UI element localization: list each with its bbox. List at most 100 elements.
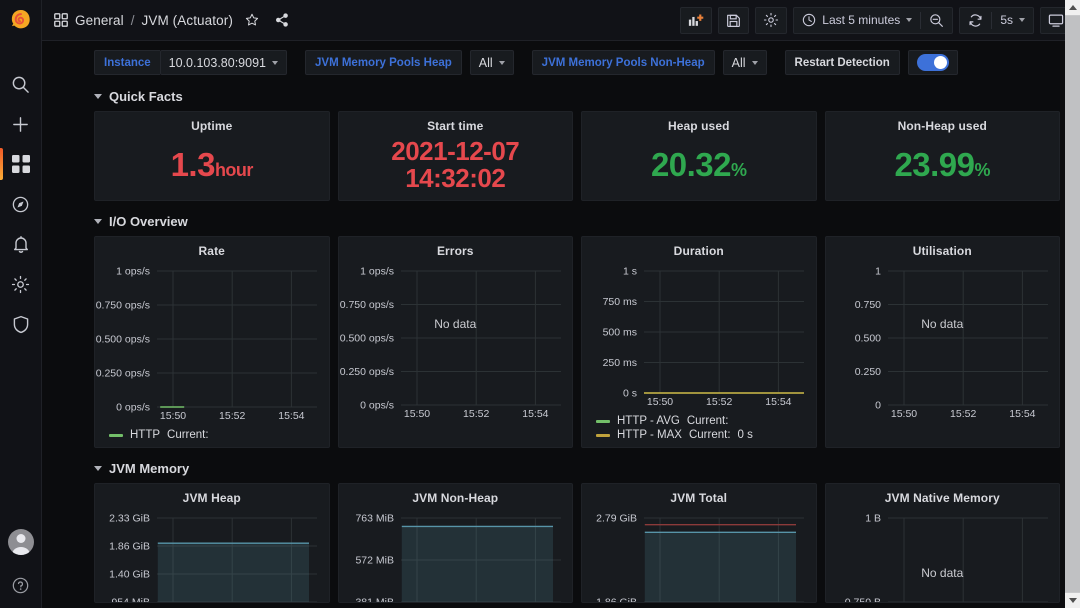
browser-scrollbar[interactable] xyxy=(1065,0,1080,608)
sidebar-item-user-profile[interactable] xyxy=(0,522,42,562)
graph-area[interactable]: 2.33 GiB1.86 GiB1.40 GiB954 MiB xyxy=(95,508,329,602)
sidebar-item-search[interactable] xyxy=(0,64,42,104)
variable-value-instance: 10.0.103.80:9091 xyxy=(169,56,266,70)
sidebar-item-explore[interactable] xyxy=(0,184,42,224)
svg-text:15:52: 15:52 xyxy=(463,408,489,420)
svg-text:0.750 B: 0.750 B xyxy=(844,597,880,602)
scrollbar-down-arrow[interactable] xyxy=(1065,593,1080,608)
svg-text:15:54: 15:54 xyxy=(522,408,548,420)
gear-icon xyxy=(11,275,30,294)
variable-select-nonheap-pools[interactable]: All xyxy=(723,50,767,75)
chevron-down-icon xyxy=(1019,18,1025,22)
refresh-interval-label: 5s xyxy=(1000,13,1013,27)
panel-title: Duration xyxy=(582,237,816,261)
refresh-button[interactable] xyxy=(960,8,991,33)
legend-stat-value: 0 s xyxy=(738,429,753,441)
stat-value: 1.3hour xyxy=(171,148,253,182)
stat-body: 2021-12-07 14:32:02 xyxy=(339,136,573,200)
svg-text:1.86 GiB: 1.86 GiB xyxy=(596,597,637,602)
scrollbar-thumb[interactable] xyxy=(1065,16,1080,592)
legend-stat-label: Current: xyxy=(167,429,209,441)
legend-item[interactable]: HTTP Current: xyxy=(109,429,329,441)
svg-text:1 ops/s: 1 ops/s xyxy=(116,266,150,278)
variable-label-restart-detection: Restart Detection xyxy=(785,50,900,75)
star-icon[interactable] xyxy=(245,13,259,27)
dashboards-icon xyxy=(12,155,30,173)
compass-icon xyxy=(11,195,30,214)
page-title[interactable]: JVM (Actuator) xyxy=(142,13,233,28)
legend-item[interactable]: HTTP - AVG Current: xyxy=(596,415,816,427)
svg-text:15:50: 15:50 xyxy=(160,410,186,422)
stat-body: 20.32% xyxy=(582,136,816,200)
panel-jvm-total[interactable]: JVM Total 2.79 GiB1.86 GiB xyxy=(581,483,817,603)
panel-jvm-heap[interactable]: JVM Heap 2.33 GiB1.86 GiB1.40 GiB954 MiB xyxy=(94,483,330,603)
legend-item[interactable]: HTTP - MAX Current: 0 s xyxy=(596,429,816,441)
row-header-jvm-memory[interactable]: JVM Memory xyxy=(94,456,1060,480)
legend-errors xyxy=(339,425,573,447)
time-controls: Last 5 minutes xyxy=(793,7,953,34)
panel-row-jvm-memory: JVM Heap 2.33 GiB1.86 GiB1.40 GiB954 MiB… xyxy=(94,483,1060,603)
svg-text:954 MiB: 954 MiB xyxy=(111,597,150,602)
share-icon[interactable] xyxy=(275,13,289,27)
panel-heap-used[interactable]: Heap used 20.32% xyxy=(581,111,817,201)
grafana-logo[interactable] xyxy=(0,0,42,42)
panel-utilisation[interactable]: Utilisation 10.7500.5000.250015:5015:521… xyxy=(825,236,1061,448)
time-range-picker[interactable]: Last 5 minutes xyxy=(794,8,920,33)
graph-area[interactable]: 763 MiB572 MiB381 MiB xyxy=(339,508,573,602)
plot-utilisation: 10.7500.5000.250015:5015:5215:54 xyxy=(826,265,1052,425)
panel-jvm-native-memory[interactable]: JVM Native Memory 1 B0.750 B No data xyxy=(825,483,1061,603)
add-panel-button[interactable] xyxy=(680,7,712,34)
zoom-out-button[interactable] xyxy=(921,8,952,33)
svg-text:0.250: 0.250 xyxy=(854,366,880,378)
avatar-icon xyxy=(8,529,34,555)
svg-text:572 MiB: 572 MiB xyxy=(355,555,394,567)
panel-start-time[interactable]: Start time 2021-12-07 14:32:02 xyxy=(338,111,574,201)
refresh-interval-picker[interactable]: 5s xyxy=(992,8,1033,33)
variable-toggle-restart-detection[interactable] xyxy=(908,50,958,75)
toggle-switch[interactable] xyxy=(917,54,949,71)
graph-area[interactable]: 1 s750 ms500 ms250 ms0 s15:5015:5215:54 xyxy=(582,261,816,413)
row-title: Quick Facts xyxy=(109,89,183,104)
panel-uptime[interactable]: Uptime 1.3hour xyxy=(94,111,330,201)
sidebar-item-help[interactable] xyxy=(0,562,42,608)
sidebar-item-server-admin[interactable] xyxy=(0,304,42,344)
svg-text:0.500 ops/s: 0.500 ops/s xyxy=(339,333,393,345)
panel-non-heap-used[interactable]: Non-Heap used 23.99% xyxy=(825,111,1061,201)
graph-area[interactable]: 1 ops/s0.750 ops/s0.500 ops/s0.250 ops/s… xyxy=(339,261,573,425)
sidebar-item-dashboards[interactable] xyxy=(0,144,42,184)
legend-label: HTTP xyxy=(130,429,160,441)
svg-text:0 ops/s: 0 ops/s xyxy=(116,402,150,414)
svg-text:15:54: 15:54 xyxy=(278,410,304,422)
save-dashboard-button[interactable] xyxy=(718,7,749,34)
row-header-quick-facts[interactable]: Quick Facts xyxy=(94,84,1060,108)
panel-errors[interactable]: Errors 1 ops/s0.750 ops/s0.500 ops/s0.25… xyxy=(338,236,574,448)
toolbar-actions: Last 5 minutes xyxy=(680,7,1072,34)
legend-color-swatch xyxy=(596,420,610,423)
sidebar-item-create[interactable] xyxy=(0,104,42,144)
panel-jvm-non-heap[interactable]: JVM Non-Heap 763 MiB572 MiB381 MiB xyxy=(338,483,574,603)
chevron-down-icon xyxy=(1069,598,1077,603)
graph-area[interactable]: 1 B0.750 B No data xyxy=(826,508,1060,602)
variable-select-instance[interactable]: 10.0.103.80:9091 xyxy=(160,50,287,75)
panel-duration[interactable]: Duration 1 s750 ms500 ms250 ms0 s15:5015… xyxy=(581,236,817,448)
graph-area[interactable]: 2.79 GiB1.86 GiB xyxy=(582,508,816,602)
graph-area[interactable]: 1 ops/s0.750 ops/s0.500 ops/s0.250 ops/s… xyxy=(95,261,329,427)
row-header-io-overview[interactable]: I/O Overview xyxy=(94,209,1060,233)
variable-value-heap-pools: All xyxy=(479,56,493,70)
dashboard-panels: Quick Facts Uptime 1.3hour Start time 20… xyxy=(42,84,1080,603)
breadcrumb-folder[interactable]: General xyxy=(75,13,124,28)
legend-color-swatch xyxy=(109,434,123,437)
legend-duration: HTTP - AVG Current: HTTP - MAX Current: … xyxy=(582,413,816,447)
dashboard-settings-button[interactable] xyxy=(755,7,787,34)
svg-text:1.86 GiB: 1.86 GiB xyxy=(109,541,150,553)
variable-select-heap-pools[interactable]: All xyxy=(470,50,514,75)
chevron-down-icon xyxy=(499,61,505,65)
graph-area[interactable]: 10.7500.5000.250015:5015:5215:54 No data xyxy=(826,261,1060,425)
add-panel-icon xyxy=(688,13,704,28)
svg-text:1 B: 1 B xyxy=(865,513,881,525)
sidebar-item-configuration[interactable] xyxy=(0,264,42,304)
scrollbar-up-arrow[interactable] xyxy=(1065,0,1080,15)
sidebar-item-alerting[interactable] xyxy=(0,224,42,264)
variable-value-nonheap-pools: All xyxy=(732,56,746,70)
panel-rate[interactable]: Rate 1 ops/s0.750 ops/s0.500 ops/s0.250 … xyxy=(94,236,330,448)
